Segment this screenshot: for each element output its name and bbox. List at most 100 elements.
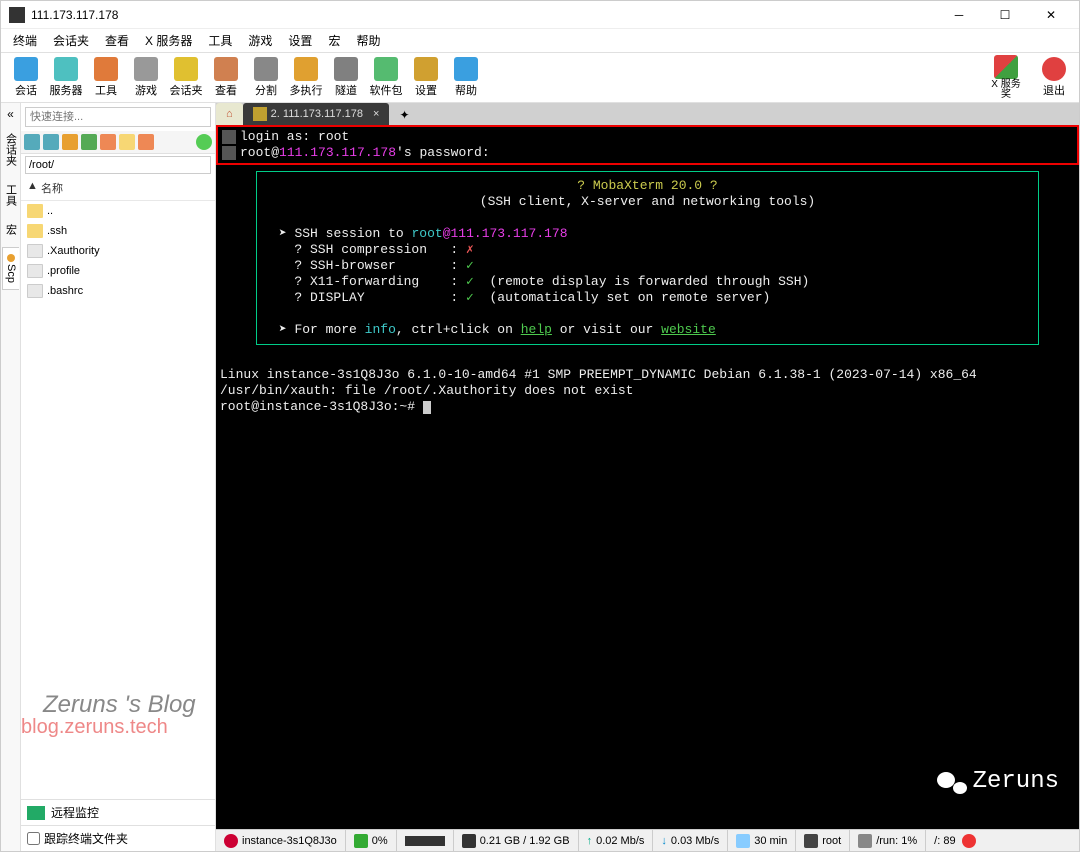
exit-icon	[1042, 57, 1066, 81]
toolbar-button[interactable]: 查看	[207, 57, 245, 98]
file-icon	[27, 284, 43, 298]
side-tab-macros[interactable]: 宏	[1, 218, 21, 241]
refresh-icon[interactable]	[62, 134, 78, 150]
terminal[interactable]: login as: root root@111.173.117.178's pa…	[216, 125, 1079, 829]
file-name: .bashrc	[47, 285, 83, 297]
sb-mem: 0.21 GB / 1.92 GB	[480, 835, 570, 847]
folder-icon	[27, 204, 43, 218]
exit-button[interactable]: 退出	[1035, 57, 1073, 98]
toolbar-button[interactable]: 游戏	[127, 57, 165, 98]
upload-icon: ↑	[587, 835, 593, 847]
file-list-header[interactable]: ▲ 名称	[21, 176, 215, 201]
toolbar-button[interactable]: 隧道	[327, 57, 365, 98]
toolbar-icon	[54, 57, 78, 81]
toolbar-button[interactable]: 设置	[407, 57, 445, 98]
delete-icon[interactable]	[138, 134, 154, 150]
toolbar-icon	[294, 57, 318, 81]
toolbar-button[interactable]: 服务器	[47, 57, 85, 98]
disk-warn-icon	[962, 834, 976, 848]
menu-item[interactable]: 会话夹	[45, 29, 97, 52]
home-icon: ⌂	[226, 108, 233, 120]
titlebar: 111.173.117.178 ─ ☐ ✕	[1, 1, 1079, 29]
file-row[interactable]: ..	[21, 201, 215, 221]
menu-item[interactable]: 工具	[200, 29, 240, 52]
ram-icon	[462, 834, 476, 848]
nav-icon[interactable]	[81, 134, 97, 150]
file-row[interactable]: .profile	[21, 261, 215, 281]
user-icon	[804, 834, 818, 848]
remote-monitor-button[interactable]: 远程监控	[21, 799, 215, 825]
menu-item[interactable]: 宏	[320, 29, 348, 52]
info-row: ? X11-forwarding : ✓ (remote display is …	[271, 274, 1024, 290]
toolbar-button[interactable]: 多执行	[287, 57, 325, 98]
menu-item[interactable]: 终端	[5, 29, 45, 52]
menu-item[interactable]: 帮助	[348, 29, 388, 52]
sb-disk: /: 89	[934, 835, 955, 847]
menu-item[interactable]: 查看	[97, 29, 137, 52]
toolbar-label: 查看	[215, 82, 237, 98]
toolbar-label: 服务器	[50, 82, 83, 98]
toolbar-button[interactable]: 分割	[247, 57, 285, 98]
xserver-button[interactable]: X 服务 奖	[987, 55, 1025, 100]
tab-session-active[interactable]: 2. 111.173.117.178 ×	[243, 103, 390, 125]
toolbar-label: 工具	[95, 82, 117, 98]
file-name: .ssh	[47, 225, 67, 237]
toolbar-icon	[254, 57, 278, 81]
path-input[interactable]	[25, 156, 211, 174]
info-box: ? MobaXterm 20.0 ? (SSH client, X-server…	[256, 171, 1039, 345]
file-list: ▲ 名称 .. .ssh .Xauthority.profile .bashrc	[21, 176, 215, 488]
file-row[interactable]: .ssh	[21, 221, 215, 241]
system-line: Linux instance-3s1Q8J3o 6.1.0-10-amd64 #…	[216, 367, 1079, 383]
tab-close-button[interactable]: ×	[373, 108, 379, 120]
toolbar-button[interactable]: 帮助	[447, 57, 485, 98]
menu-item[interactable]: 游戏	[240, 29, 280, 52]
toolbar: 会话服务器工具游戏会话夹查看分割多执行隧道软件包设置帮助 X 服务 奖 退出	[1, 53, 1079, 103]
moba-icon	[222, 146, 236, 160]
close-button[interactable]: ✕	[1031, 1, 1071, 29]
toolbar-button[interactable]: 工具	[87, 57, 125, 98]
toolbar-button[interactable]: 会话	[7, 57, 45, 98]
upload-icon[interactable]	[24, 134, 40, 150]
quick-connect-input[interactable]	[25, 107, 211, 127]
toolbar-icon	[334, 57, 358, 81]
toolbar-icon	[14, 57, 38, 81]
xserver-icon	[994, 55, 1018, 79]
menu-item[interactable]: 设置	[280, 29, 320, 52]
side-tab-scp[interactable]: Scp	[2, 247, 19, 290]
toolbar-icon	[134, 57, 158, 81]
side-tab-sessions[interactable]: 会话夹	[1, 127, 21, 172]
info-row: ? SSH compression : ✗	[271, 242, 1024, 258]
minimize-button[interactable]: ─	[939, 1, 979, 29]
side-tab-tools[interactable]: 工具	[1, 178, 21, 212]
watermark-blog: Zeruns 's Blog	[43, 691, 196, 719]
toolbar-icon	[414, 57, 438, 81]
maximize-button[interactable]: ☐	[985, 1, 1025, 29]
cursor	[423, 401, 431, 414]
menu-item[interactable]: X 服务器	[137, 29, 200, 52]
download-icon: ↓	[661, 835, 667, 847]
name-column[interactable]: 名称	[41, 180, 63, 196]
follow-terminal-checkbox[interactable]	[27, 832, 40, 845]
disk-icon	[858, 834, 872, 848]
download-icon[interactable]	[43, 134, 59, 150]
side-tabs: « 会话夹 工具 宏 Scp	[1, 103, 21, 851]
tab-add-button[interactable]: ✦	[389, 105, 419, 125]
file-row[interactable]: .Xauthority	[21, 241, 215, 261]
sidebar: ▲ 名称 .. .ssh .Xauthority.profile .bashrc Ze…	[21, 103, 216, 851]
toolbar-button[interactable]: 软件包	[367, 57, 405, 98]
file-row[interactable]: .bashrc	[21, 281, 215, 301]
newfolder-icon[interactable]	[119, 134, 135, 150]
toolbar-button[interactable]: 会话夹	[167, 57, 205, 98]
home-icon[interactable]	[100, 134, 116, 150]
collapse-sidebar-button[interactable]: «	[7, 107, 14, 121]
watermark-author: Zeruns	[937, 770, 1059, 794]
sort-icon[interactable]: ▲	[27, 180, 41, 196]
login-highlight-box: login as: root root@111.173.117.178's pa…	[216, 125, 1079, 165]
debian-icon	[224, 834, 238, 848]
content-area: ⌂ 2. 111.173.117.178 × ✦ login as: root	[216, 103, 1079, 851]
follow-terminal-label: 跟踪终端文件夹	[44, 830, 128, 847]
status-ok-icon	[196, 134, 212, 150]
tab-home[interactable]: ⌂	[216, 103, 243, 125]
monitor-icon	[27, 806, 45, 820]
cpu-icon	[354, 834, 368, 848]
